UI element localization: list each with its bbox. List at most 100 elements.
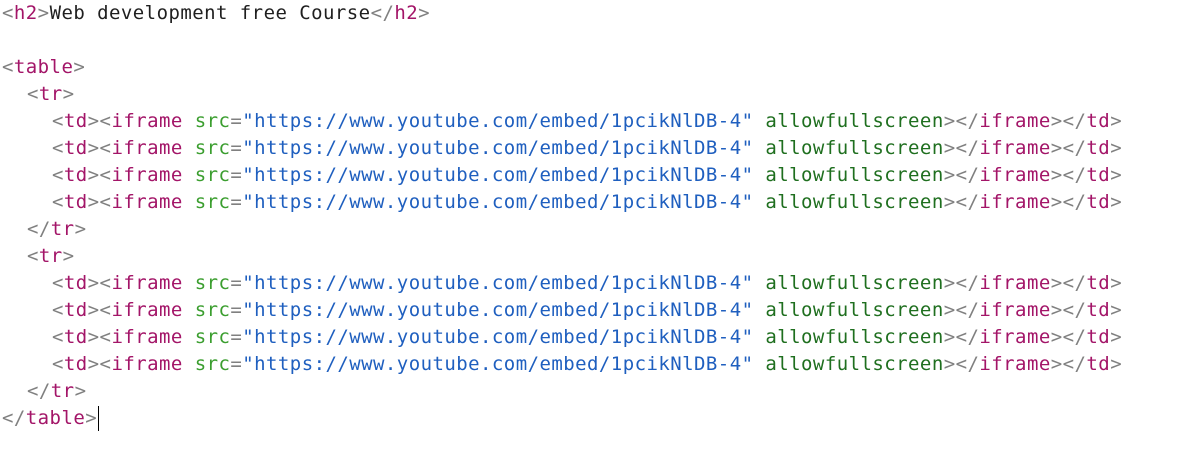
tag-name: td — [63, 272, 88, 294]
equals-sign: = — [230, 299, 243, 321]
tag-name: iframe — [111, 164, 183, 186]
bracket: ></ — [1050, 191, 1087, 213]
bracket: > — [74, 218, 87, 240]
tag-name: iframe — [979, 353, 1051, 375]
bracket: > — [62, 245, 75, 267]
attribute-name: src — [194, 137, 231, 159]
tag-name: td — [63, 299, 88, 321]
bracket: < — [27, 245, 39, 267]
tag-name: iframe — [111, 137, 183, 159]
tag-name: td — [63, 191, 88, 213]
bracket: > — [1110, 137, 1123, 159]
bracket: ></ — [943, 299, 980, 321]
bracket: < — [2, 56, 14, 78]
tag-name: iframe — [111, 326, 183, 348]
bracket: < — [52, 353, 64, 375]
bracket: < — [52, 137, 64, 159]
code-editor[interactable]: <h2>Web development free Course</h2> < ta… — [0, 0, 1182, 472]
tag-name: iframe — [979, 272, 1051, 294]
bracket: ></ — [1050, 137, 1087, 159]
bracket: >< — [87, 299, 112, 321]
tag-name: table — [25, 407, 86, 429]
bracket: >< — [87, 272, 112, 294]
bracket: > — [73, 56, 86, 78]
code-line-tr-close: </tr> — [2, 216, 86, 243]
bracket: </ — [27, 380, 51, 402]
equals-sign: = — [230, 110, 243, 132]
tag-name: tr — [38, 83, 63, 105]
bracket: ></ — [943, 137, 980, 159]
tag-name: td — [63, 164, 88, 186]
bracket: ></ — [1050, 110, 1087, 132]
attribute-value: "https://www.youtube.com/embed/1pcikNlDB… — [242, 110, 754, 132]
code-line-td-iframe: <td><iframe src="https://www.youtube.com… — [2, 135, 1122, 162]
bracket: ></ — [943, 272, 980, 294]
code-line-table-close: </table> — [2, 405, 100, 432]
attribute-name: allowfullscreen — [765, 191, 944, 213]
tag-name: td — [63, 137, 88, 159]
attribute-value: "https://www.youtube.com/embed/1pcikNlDB… — [242, 191, 754, 213]
tag-name: td — [1086, 272, 1111, 294]
bracket: ></ — [943, 326, 980, 348]
attribute-value: "https://www.youtube.com/embed/1pcikNlDB… — [242, 326, 754, 348]
tag-name: iframe — [111, 191, 183, 213]
tag-name: h2 — [394, 2, 419, 24]
attribute-name: src — [194, 272, 231, 294]
tag-name: iframe — [111, 272, 183, 294]
tag-name: iframe — [979, 191, 1051, 213]
tag-name: tr — [50, 380, 75, 402]
bracket: ></ — [943, 353, 980, 375]
bracket: ></ — [943, 110, 980, 132]
attribute-name: allowfullscreen — [765, 353, 944, 375]
bracket: ></ — [1050, 164, 1087, 186]
bracket: > — [85, 407, 98, 429]
equals-sign: = — [230, 353, 243, 375]
attribute-value: "https://www.youtube.com/embed/1pcikNlDB… — [242, 137, 754, 159]
code-line-td-iframe: <td><iframe src="https://www.youtube.com… — [2, 162, 1122, 189]
attribute-name: src — [194, 353, 231, 375]
text-cursor — [98, 406, 100, 431]
bracket: </ — [27, 218, 51, 240]
bracket: > — [62, 83, 75, 105]
bracket: </ — [2, 407, 26, 429]
attribute-name: src — [194, 110, 231, 132]
bracket: < — [52, 299, 64, 321]
code-line-h2: <h2>Web development free Course</h2> — [2, 0, 430, 27]
bracket: ></ — [1050, 272, 1087, 294]
bracket: >< — [87, 353, 112, 375]
attribute-name: allowfullscreen — [765, 137, 944, 159]
code-line-td-iframe: <td><iframe src="https://www.youtube.com… — [2, 189, 1122, 216]
tag-name: td — [63, 353, 88, 375]
attribute-value: "https://www.youtube.com/embed/1pcikNlDB… — [242, 299, 754, 321]
equals-sign: = — [230, 272, 243, 294]
bracket: > — [418, 2, 431, 24]
bracket: > — [1110, 191, 1123, 213]
tag-name: h2 — [13, 2, 38, 24]
attribute-name: src — [194, 299, 231, 321]
tag-name: iframe — [979, 299, 1051, 321]
code-line-td-iframe: <td><iframe src="https://www.youtube.com… — [2, 351, 1122, 378]
bracket: < — [52, 164, 64, 186]
tag-name: iframe — [111, 299, 183, 321]
bracket: > — [1110, 326, 1123, 348]
attribute-name: allowfullscreen — [765, 164, 944, 186]
tag-name: iframe — [979, 326, 1051, 348]
attribute-name: src — [194, 326, 231, 348]
tag-name: iframe — [979, 110, 1051, 132]
attribute-name: src — [194, 164, 231, 186]
bracket: </ — [370, 2, 395, 24]
bracket: >< — [87, 164, 112, 186]
bracket: < — [52, 110, 64, 132]
bracket: < — [52, 326, 64, 348]
bracket: >< — [87, 110, 112, 132]
attribute-value: "https://www.youtube.com/embed/1pcikNlDB… — [242, 272, 754, 294]
bracket: ></ — [943, 191, 980, 213]
bracket: < — [52, 272, 64, 294]
attribute-name: allowfullscreen — [765, 110, 944, 132]
equals-sign: = — [230, 164, 243, 186]
tag-name: iframe — [111, 110, 183, 132]
bracket: > — [1110, 299, 1123, 321]
tag-name: td — [1086, 164, 1111, 186]
tag-name: tr — [38, 245, 63, 267]
bracket: < — [2, 2, 14, 24]
